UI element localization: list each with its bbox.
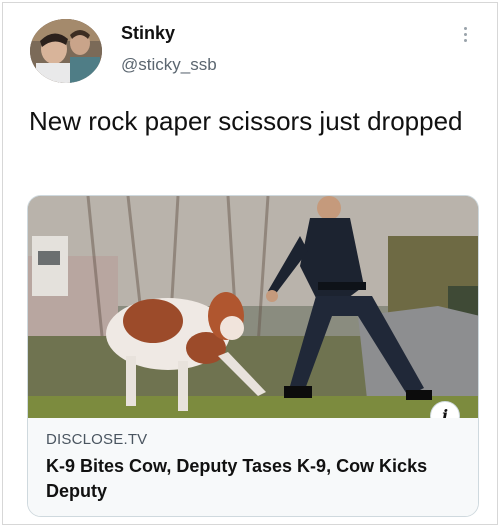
link-card[interactable]: i DISCLOSE.TV K-9 Bites Cow, Deputy Tase…	[27, 195, 479, 517]
tweet-text: New rock paper scissors just dropped	[29, 106, 463, 136]
card-image[interactable]	[28, 196, 479, 418]
avatar-photo	[30, 19, 102, 83]
author-handle[interactable]: @sticky_ssb	[121, 55, 217, 75]
card-headline[interactable]: K-9 Bites Cow, Deputy Tases K-9, Cow Kic…	[46, 454, 466, 504]
card-text-area[interactable]: DISCLOSE.TV K-9 Bites Cow, Deputy Tases …	[28, 418, 478, 516]
card-domain: DISCLOSE.TV	[46, 431, 148, 448]
tweet-container: Stinky @sticky_ssb New rock paper scisso…	[2, 2, 498, 525]
avatar[interactable]	[30, 19, 102, 83]
more-vertical-icon[interactable]	[459, 23, 473, 45]
author-name[interactable]: Stinky	[121, 23, 175, 44]
